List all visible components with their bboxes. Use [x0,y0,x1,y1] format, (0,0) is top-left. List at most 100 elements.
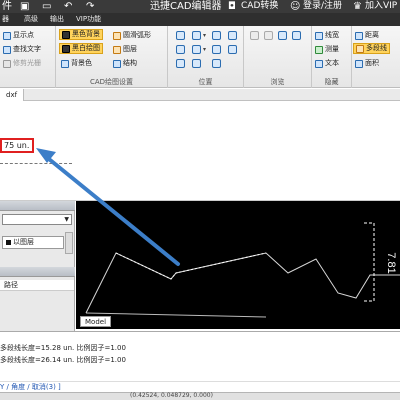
command-input-text: Y / 角度 / 取消(3) ] [0,383,61,391]
polyline-button[interactable]: 多段线 [353,43,390,54]
document-tab[interactable]: dxf [0,89,25,101]
pan-icon[interactable] [176,59,185,68]
measure-label: 测量 [325,45,339,53]
trim-raster-icon [3,59,11,68]
edit-icon[interactable] [278,31,287,40]
trim-raster-button[interactable]: 修剪光栅 [3,58,41,69]
layer-dropdown[interactable]: ▼ [2,214,72,225]
undo-icon[interactable]: ↶ [64,1,72,12]
menu-bar: 器 高级 输出 VIP功能 [0,13,400,26]
show-points-label: 显示点 [13,31,34,39]
bg-color-icon [61,59,69,68]
group-measure: 距离 多段线 面积 [352,26,400,88]
text-button[interactable]: 文本 [315,58,339,69]
group-hide-label: 隐藏 [324,78,339,86]
structure-button[interactable]: 结构 [113,58,137,69]
zoom-window-icon[interactable] [176,31,185,40]
area-icon [355,59,363,68]
check-icon[interactable] [292,31,301,40]
vip-icon[interactable]: ♛ [353,1,362,12]
layer-panel: ▼ [0,201,75,331]
trim-raster-label: 修剪光栅 [13,59,41,67]
find-text-icon [3,45,11,54]
measure-trace [115,252,267,280]
mirror-icon[interactable] [212,45,221,54]
bw-draw-label: 黑白绘图 [72,44,100,52]
properties-area [0,101,400,201]
distance-icon [355,31,363,40]
text-label: 文本 [325,59,339,67]
layer-icon [113,45,121,54]
measure-icon [315,45,323,54]
view-3d-icon[interactable] [212,59,221,68]
distance-button[interactable]: 距离 [355,30,379,41]
group-position: ▾ ▾ 位置 [168,26,244,88]
background-color-label: 背景色 [71,59,92,67]
zoom-in-icon[interactable] [192,31,201,40]
forward-icon[interactable] [264,31,273,40]
panel-subheader [0,267,75,277]
group-cad-settings-label: CAD绘图设置 [89,78,134,86]
find-text-label: 查找文字 [13,45,41,53]
path-row: 路径 [0,280,74,291]
back-icon[interactable] [250,31,259,40]
ribbon: 显示点 查找文字 修剪光栅 黑色背景 圆滑弧形 黑白绘图 图层 背景色 结构 C… [0,26,400,88]
line-width-button[interactable]: 线宽 [315,30,339,41]
show-points-button[interactable]: 显示点 [3,30,34,41]
dimension-line [364,222,375,302]
bw-draw-button[interactable]: 黑白绘图 [59,43,103,54]
document-tab-bar: dxf [0,89,400,101]
black-bg-icon [62,30,70,39]
layer-field[interactable]: 以图层 [2,236,64,249]
menu-item-vip[interactable]: VIP功能 [76,13,101,26]
zoom-extents-icon[interactable] [176,45,185,54]
panel-scrollbar[interactable] [65,232,73,254]
smooth-arc-icon [113,31,121,40]
cad-convert-link[interactable]: CAD转换 [241,0,278,13]
title-bar: 件 ▣ ▭ ↶ ↷ 迅捷CAD编辑器 ◘ CAD转换 ☺ 登录/注册 ♛ 加入V… [0,0,400,13]
snap-icon[interactable] [228,45,237,54]
rotate-icon[interactable] [192,59,201,68]
redo-icon[interactable]: ↷ [86,1,94,12]
command-history-panel: 多段线长度=15.28 un. 比例因子=1.00 多段线长度=26.14 un… [0,331,400,381]
window-title: 迅捷CAD编辑器 [150,1,222,12]
menu-item-output[interactable]: 输出 [50,13,64,26]
layer-button[interactable]: 图层 [113,44,137,55]
open-icon[interactable]: ▭ [42,1,51,12]
smooth-arc-button[interactable]: 圆滑弧形 [113,30,151,41]
area-button[interactable]: 面积 [355,58,379,69]
distance-label: 距离 [365,31,379,39]
background-color-button[interactable]: 背景色 [61,58,92,69]
menu-item-advanced[interactable]: 高级 [24,13,38,26]
save-icon[interactable]: ▣ [20,1,29,12]
vip-link[interactable]: 加入VIP [365,0,397,13]
chevron-down-icon[interactable]: ▾ [203,32,206,39]
line-width-label: 线宽 [325,31,339,39]
user-icon[interactable]: ☺ [290,1,300,12]
history-line-2: 多段线长度=26.14 un. 比例因子=1.00 [0,356,126,364]
model-tab[interactable]: Model [80,316,112,327]
smooth-arc-label: 圆滑弧形 [123,31,151,39]
history-line-1: 多段线长度=15.28 un. 比例因子=1.00 [0,344,126,352]
measurement-value: 75 un. [4,141,30,150]
cad-convert-icon[interactable]: ◘ [228,1,236,12]
measurement-value-box: 75 un. [0,138,34,153]
measure-button[interactable]: 测量 [315,44,339,55]
polyline-label: 多段线 [366,44,387,52]
command-input[interactable]: Y / 角度 / 取消(3) ] [0,381,400,392]
fit-icon[interactable] [212,31,221,40]
polyline-icon [356,44,364,53]
layer-name: 以图层 [13,238,34,246]
black-background-label: 黑色背景 [72,30,100,38]
chevron-down-icon[interactable]: ▾ [203,46,206,53]
menu-item-editor[interactable]: 器 [2,13,9,26]
zoom-out-icon[interactable] [192,45,201,54]
drawing-canvas[interactable]: 7.81 [76,201,400,329]
grid-icon[interactable] [228,31,237,40]
login-link[interactable]: 登录/注册 [303,0,342,13]
boundary-line [85,312,267,318]
black-background-button[interactable]: 黑色背景 [59,29,103,40]
group-browse: 浏览 [244,26,312,88]
find-text-button[interactable]: 查找文字 [3,44,41,55]
dimension-text: 7.81 [385,252,397,273]
